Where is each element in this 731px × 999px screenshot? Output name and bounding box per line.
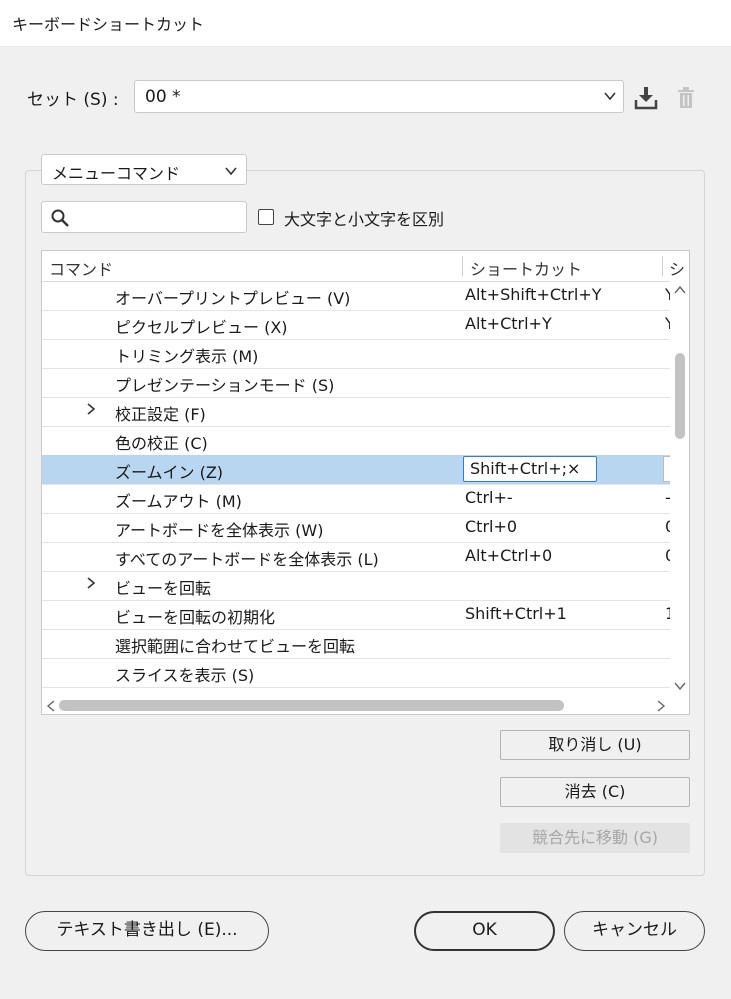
undo-button[interactable]: 取り消し (U) (500, 730, 690, 760)
vertical-scrollbar[interactable] (670, 281, 689, 695)
column-header-shortcut[interactable]: ショートカット (470, 256, 582, 280)
ok-button[interactable]: OK (414, 911, 555, 951)
column-divider[interactable] (462, 256, 463, 276)
command-type-value: メニューコマンド (52, 164, 181, 183)
table-row[interactable]: 色の校正 (C) (42, 426, 670, 456)
command-cell: オーバープリントプレビュー (V) (115, 289, 351, 308)
command-cell: ズームアウト (M) (115, 492, 242, 511)
go-to-conflict-button[interactable]: 競合先に移動 (G) (500, 823, 690, 853)
command-cell: プレゼンテーションモード (S) (115, 376, 335, 395)
table-row[interactable]: アートボードを全体表示 (W) Ctrl+0 0 (42, 513, 670, 543)
trash-icon[interactable] (675, 86, 697, 110)
shortcut-cell[interactable]: Alt+Ctrl+0 (465, 546, 552, 565)
column-divider[interactable] (662, 256, 663, 276)
shortcut-cell[interactable]: Alt+Shift+Ctrl+Y (465, 285, 602, 304)
command-cell: ピクセルプレビュー (X) (115, 318, 288, 337)
table-row[interactable]: すべてのアートボードを全体表示 (L) Alt+Ctrl+0 0 (42, 542, 670, 572)
table-row[interactable]: ビューを回転の初期化 Shift+Ctrl+1 1 (42, 600, 670, 630)
case-sensitive-checkbox[interactable] (258, 209, 274, 225)
shortcut-cell[interactable]: Ctrl+0 (465, 517, 517, 536)
table-row[interactable]: 校正設定 (F) (42, 397, 670, 427)
table-row[interactable]: スライスを表示 (S) (42, 658, 670, 688)
command-cell: ビューを回転の初期化 (115, 608, 276, 627)
command-cell: すべてのアートボードを全体表示 (L) (115, 550, 379, 569)
shortcut-table: コマンド ショートカット シ オーバープリントプレビュー (V) Alt+Shi… (41, 250, 690, 715)
set-label: セット (S) : (27, 90, 119, 110)
save-set-icon[interactable] (633, 85, 659, 111)
chevron-right-icon[interactable] (86, 402, 96, 416)
export-text-button[interactable]: テキスト書き出し (E)... (25, 911, 269, 951)
table-row[interactable]: ズームアウト (M) Ctrl+- - (42, 484, 670, 514)
search-input[interactable] (76, 206, 240, 230)
shortcut-edit-field[interactable]: Shift+Ctrl+;× (463, 456, 597, 482)
clear-button[interactable]: 消去 (C) (500, 777, 690, 807)
cancel-button[interactable]: キャンセル (564, 911, 705, 951)
command-cell: スライスを表示 (S) (115, 666, 255, 685)
table-body: オーバープリントプレビュー (V) Alt+Shift+Ctrl+Y Y ピクセ… (42, 281, 670, 695)
chevron-down-icon (225, 167, 237, 176)
scroll-right-arrow-icon[interactable] (656, 700, 666, 712)
chevron-right-icon[interactable] (86, 576, 96, 590)
column-header-alternate[interactable]: シ (669, 256, 685, 280)
table-row[interactable]: トリミング表示 (M) (42, 339, 670, 369)
horizontal-scroll-thumb[interactable] (59, 700, 564, 711)
alternate-shortcut-edit-field[interactable] (663, 456, 670, 482)
command-cell: アートボードを全体表示 (W) (115, 521, 324, 540)
scroll-up-arrow-icon[interactable] (674, 285, 686, 295)
shortcut-cell[interactable]: Alt+Ctrl+Y (465, 314, 552, 333)
shortcut-cell[interactable]: Shift+Ctrl+1 (465, 604, 567, 623)
set-dropdown-value: 00 * (145, 87, 181, 107)
shortcut-cell[interactable]: Ctrl+- (465, 488, 513, 507)
table-row[interactable]: 選択範囲に合わせてビューを回転 (42, 629, 670, 659)
search-icon (51, 209, 69, 227)
vertical-scroll-thumb[interactable] (675, 353, 685, 439)
chevron-down-icon (604, 92, 616, 101)
command-cell: 色の校正 (C) (115, 434, 208, 453)
table-row[interactable]: ビューを回転 (42, 571, 670, 601)
table-row[interactable]: ピクセルプレビュー (X) Alt+Ctrl+Y Y (42, 310, 670, 340)
search-box[interactable] (41, 201, 247, 233)
case-sensitive-label: 大文字と小文字を区別 (284, 210, 445, 229)
scroll-down-arrow-icon[interactable] (674, 681, 686, 691)
command-cell: ズームイン (Z) (115, 463, 224, 482)
window-title: キーボードショートカット (12, 15, 205, 34)
scroll-left-arrow-icon[interactable] (46, 700, 56, 712)
table-row[interactable]: プレゼンテーションモード (S) (42, 368, 670, 398)
horizontal-scrollbar[interactable] (42, 695, 670, 714)
table-row-selected[interactable]: ズームイン (Z) Shift+Ctrl+;× (42, 455, 670, 485)
command-cell: トリミング表示 (M) (115, 347, 259, 366)
column-header-command[interactable]: コマンド (49, 256, 113, 280)
command-cell: 選択範囲に合わせてビューを回転 (115, 637, 356, 656)
table-header: コマンド ショートカット シ (42, 251, 689, 282)
command-type-dropdown[interactable]: メニューコマンド (41, 154, 247, 185)
command-cell: ビューを回転 (115, 579, 212, 598)
command-cell: 校正設定 (F) (115, 405, 206, 424)
set-dropdown[interactable]: 00 * (134, 80, 624, 113)
table-row[interactable]: オーバープリントプレビュー (V) Alt+Shift+Ctrl+Y Y (42, 281, 670, 311)
title-bar: キーボードショートカット (0, 0, 731, 47)
